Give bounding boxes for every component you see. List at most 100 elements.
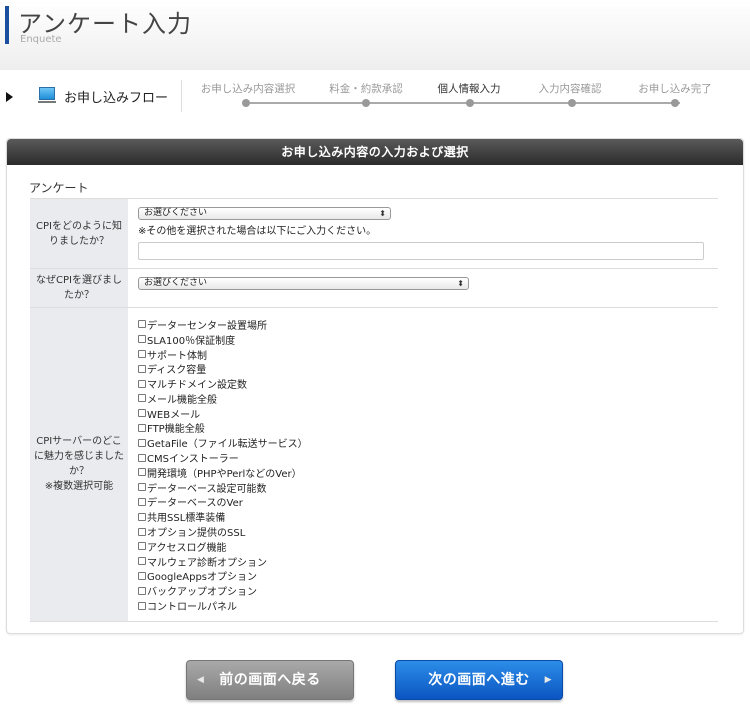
play-arrow-icon — [6, 92, 13, 102]
flow-label: お申し込みフロー — [64, 91, 169, 106]
flow-divider — [181, 80, 182, 112]
label-how-known: CPIをどのように知りましたか？ — [30, 198, 128, 269]
attraction-option[interactable]: オプション提供のSSL — [138, 524, 708, 539]
attraction-option-label: コントロールパネル — [147, 602, 237, 614]
next-button[interactable]: 次の画面へ進む ▶ — [395, 660, 563, 700]
form-row-attractions: CPIサーバーのどこに魅力を感じましたか？ ※複数選択可能 データーセンター設置… — [30, 307, 718, 622]
attraction-option-label: データーベース設定可能数 — [147, 483, 267, 495]
attraction-option[interactable]: マルチドメイン設定数 — [138, 376, 708, 391]
how-known-select[interactable]: お選びください ⬍ — [138, 207, 391, 220]
attraction-option-label: 開発環境（PHPやPerlなどのVer） — [147, 468, 302, 480]
checkbox[interactable] — [138, 379, 146, 388]
flow-step-1: お申し込み内容選択 — [200, 83, 296, 95]
checkbox[interactable] — [138, 468, 146, 477]
checkbox[interactable] — [138, 364, 146, 373]
attraction-option-label: 共用SSL標準装備 — [147, 513, 226, 525]
attraction-option-label: バックアップオプション — [147, 587, 257, 599]
flow-step-5-dot — [671, 99, 679, 107]
select-arrows-icon: ⬍ — [379, 209, 386, 218]
checkbox[interactable] — [138, 601, 146, 610]
flow-step-5: お申し込み完了 — [638, 83, 712, 95]
attraction-option[interactable]: コントロールパネル — [138, 598, 708, 613]
checkbox[interactable] — [138, 394, 146, 403]
application-flow-bar: お申し込みフロー お申し込み内容選択 料金・約款承認 個人情報入力 入力内容確認… — [6, 72, 744, 120]
cell-how-known: お選びください ⬍ ※その他を選択された場合は以下にご入力ください。 — [128, 198, 718, 269]
attraction-option[interactable]: SLA100％保証制度 — [138, 332, 708, 347]
checkbox[interactable] — [138, 512, 146, 521]
next-button-label: 次の画面へ進む — [428, 672, 530, 688]
checkbox[interactable] — [138, 527, 146, 536]
attraction-option-label: ディスク容量 — [147, 365, 207, 377]
checkbox[interactable] — [138, 483, 146, 492]
attraction-option-label: メール機能全般 — [147, 394, 217, 406]
flow-step-2: 料金・約款承認 — [329, 83, 403, 95]
checkbox[interactable] — [138, 320, 146, 329]
attraction-option[interactable]: データーベースのVer — [138, 495, 708, 509]
attraction-option[interactable]: データーセンター設置場所 — [138, 317, 708, 332]
attraction-option-label: マルチドメイン設定数 — [147, 380, 247, 392]
chevron-right-icon: ▶ — [544, 675, 552, 685]
back-button[interactable]: ◀ 前の画面へ戻る — [186, 660, 354, 700]
header-accent-bar — [5, 6, 9, 44]
other-text-input[interactable] — [138, 242, 704, 260]
attraction-option[interactable]: GoogleAppsオプション — [138, 569, 708, 583]
panel-title: お申し込み内容の入力および選択 — [7, 139, 743, 165]
attraction-option[interactable]: 開発環境（PHPやPerlなどのVer） — [138, 465, 708, 480]
attraction-option[interactable]: バックアップオプション — [138, 583, 708, 598]
label-attractions: CPIサーバーのどこに魅力を感じましたか？ ※複数選択可能 — [30, 307, 128, 622]
attraction-option[interactable]: WEBメール — [138, 406, 708, 421]
how-known-select-value: お選びください — [144, 208, 208, 218]
attraction-checkbox-list: データーセンター設置場所 SLA100％保証制度 サポート体制 ディスク容量マルチドメ… — [138, 317, 708, 613]
section-title: アンケート — [29, 181, 89, 195]
attraction-option[interactable]: サポート体制 — [138, 347, 708, 362]
flow-progress-track — [250, 102, 680, 104]
checkbox[interactable] — [138, 571, 146, 580]
attraction-option[interactable]: マルウェア診断オプション — [138, 554, 708, 569]
attraction-option-label: サポート体制 — [147, 350, 207, 362]
checkbox[interactable] — [138, 586, 146, 595]
back-button-label: 前の画面へ戻る — [219, 672, 321, 688]
label-attractions-note: ※複数選択可能 — [44, 481, 114, 493]
form-row-why-chosen: なぜCPIを選びましたか？ お選びください ⬍ — [30, 268, 718, 308]
checkbox[interactable] — [138, 423, 146, 432]
form-row-how-known: CPIをどのように知りましたか？ お選びください ⬍ ※その他を選択された場合は… — [30, 198, 718, 269]
cell-why-chosen: お選びください ⬍ — [128, 268, 718, 308]
attraction-option[interactable]: データーベース設定可能数 — [138, 480, 708, 495]
flow-step-3-dot — [466, 99, 474, 107]
attraction-option[interactable]: FTP機能全般 — [138, 421, 708, 436]
checkbox[interactable] — [138, 438, 146, 447]
attraction-option-label: FTP機能全般 — [147, 424, 205, 436]
checkbox[interactable] — [138, 409, 146, 418]
attraction-option[interactable]: メール機能全般 — [138, 391, 708, 406]
attraction-option-label: SLA100％保証制度 — [147, 335, 236, 347]
attraction-option-label: オプション提供のSSL — [147, 528, 246, 540]
flow-step-2-dot — [362, 99, 370, 107]
checkbox[interactable] — [138, 542, 146, 551]
attraction-option-label: アクセスログ機能 — [147, 542, 227, 554]
attraction-option[interactable]: GetaFile（ファイル転送サービス） — [138, 435, 708, 450]
attraction-option-label: CMSインストーラー — [147, 454, 239, 466]
checkbox[interactable] — [138, 557, 146, 566]
attraction-option-label: GetaFile（ファイル転送サービス） — [147, 439, 308, 451]
flow-step-4-dot — [568, 99, 576, 107]
attraction-option-label: WEBメール — [147, 409, 201, 421]
checkbox[interactable] — [138, 349, 146, 358]
checkbox[interactable] — [138, 497, 146, 506]
page-header: アンケート入力 Enquete — [0, 0, 750, 70]
flow-step-4: 入力内容確認 — [538, 83, 602, 95]
enquete-form-table: CPIをどのように知りましたか？ お選びください ⬍ ※その他を選択された場合は… — [30, 198, 718, 622]
attraction-option[interactable]: ディスク容量 — [138, 361, 708, 376]
label-why-chosen: なぜCPIを選びましたか？ — [30, 268, 128, 308]
why-chosen-select[interactable]: お選びください ⬍ — [138, 277, 469, 290]
attraction-option[interactable]: アクセスログ機能 — [138, 539, 708, 554]
page-subtitle: Enquete — [20, 34, 62, 45]
attraction-option[interactable]: CMSインストーラー — [138, 450, 708, 465]
cell-attractions: データーセンター設置場所 SLA100％保証制度 サポート体制 ディスク容量マルチドメ… — [128, 307, 718, 622]
computer-monitor-icon — [38, 87, 56, 103]
checkbox[interactable] — [138, 335, 146, 344]
attraction-option[interactable]: 共用SSL標準装備 — [138, 509, 708, 524]
checkbox[interactable] — [138, 453, 146, 462]
label-attractions-question: CPIサーバーのどこに魅力を感じましたか？ — [34, 436, 124, 478]
enquete-panel: お申し込み内容の入力および選択 アンケート CPIをどのように知りましたか？ お… — [6, 138, 744, 634]
attraction-option-label: データーセンター設置場所 — [147, 320, 267, 332]
